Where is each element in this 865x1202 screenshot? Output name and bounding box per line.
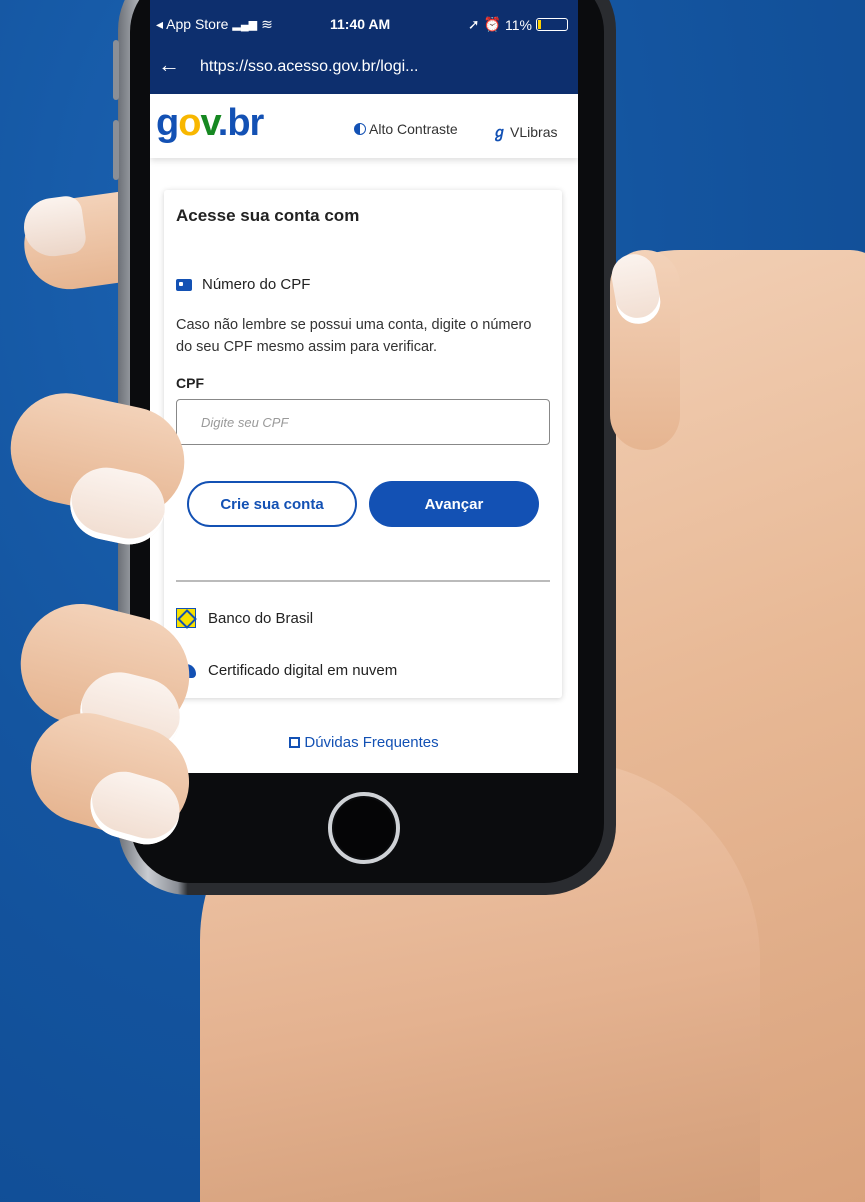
location-arrow-icon: ➚	[467, 16, 480, 32]
phone-screen: ◂ App Store ▂▄▆ ≋ 11:40 AM ➚ ⏰ 11% ← htt…	[150, 0, 578, 773]
battery-percent: 11%	[505, 16, 532, 33]
cpf-option: Número do CPF	[176, 276, 310, 293]
cpf-option-label: Número do CPF	[202, 276, 311, 293]
clock: 11:40 AM	[330, 16, 391, 32]
volume-button	[113, 40, 119, 100]
sign-language-icon: ℊ	[492, 124, 508, 141]
help-text: Caso não lembre se possui uma conta, dig…	[176, 317, 532, 355]
back-arrow-icon[interactable]: ←	[158, 52, 180, 78]
cpf-field-label: CPF	[176, 375, 204, 391]
contrast-icon	[354, 123, 366, 135]
logo-letter-o: o	[178, 102, 201, 144]
login-card: Acesse sua conta com Número do CPF Caso …	[164, 190, 562, 698]
divider	[176, 580, 550, 582]
cpf-input[interactable]	[176, 399, 550, 445]
browser-url-bar: ← https://sso.acesso.gov.br/logi...	[150, 40, 578, 94]
govbr-logo[interactable]: gov.br	[156, 102, 264, 145]
id-card-icon	[176, 278, 192, 291]
url-text[interactable]: https://sso.acesso.gov.br/logi...	[200, 58, 418, 76]
high-contrast-toggle[interactable]: Alto Contraste	[354, 121, 458, 137]
logo-letters-br: br	[227, 102, 264, 144]
battery-icon	[536, 18, 568, 31]
option-label: Certificado digital em nuvem	[208, 662, 398, 679]
logo-dot: .	[217, 102, 229, 144]
option-cloud-certificate[interactable]: Certificado digital em nuvem	[176, 662, 397, 679]
faq-label: Dúvidas Frequentes	[304, 734, 439, 751]
banco-do-brasil-icon	[176, 608, 196, 628]
site-header: gov.br Alto Contraste ℊ VLibras	[150, 94, 578, 158]
alarm-icon: ⏰	[483, 16, 502, 32]
vlibras-label: VLibras	[510, 123, 558, 140]
logo-letter-g: g	[156, 102, 179, 144]
battery-level	[538, 20, 541, 29]
card-title: Acesse sua conta com	[176, 206, 360, 225]
home-button-center	[334, 798, 394, 858]
next-button[interactable]: Avançar	[369, 481, 539, 527]
signal-icon: ▂▄▆	[232, 19, 258, 31]
status-left: ◂ App Store ▂▄▆ ≋	[156, 16, 273, 33]
logo-letter-v: v	[200, 102, 218, 144]
volume-button	[113, 120, 119, 180]
external-link-icon	[289, 737, 301, 748]
faq-link[interactable]: Dúvidas Frequentes	[150, 734, 578, 751]
status-bar: ◂ App Store ▂▄▆ ≋ 11:40 AM ➚ ⏰ 11%	[150, 0, 578, 40]
back-to-app-store[interactable]: ◂ App Store	[156, 16, 228, 33]
high-contrast-label: Alto Contraste	[369, 121, 458, 137]
status-right: ➚ ⏰ 11%	[468, 16, 568, 33]
option-banco-do-brasil[interactable]: Banco do Brasil	[176, 608, 313, 628]
create-account-button[interactable]: Crie sua conta	[187, 481, 357, 527]
option-label: Banco do Brasil	[208, 609, 314, 627]
vlibras-link[interactable]: ℊ VLibras	[492, 121, 557, 142]
wifi-icon: ≋	[261, 16, 273, 32]
